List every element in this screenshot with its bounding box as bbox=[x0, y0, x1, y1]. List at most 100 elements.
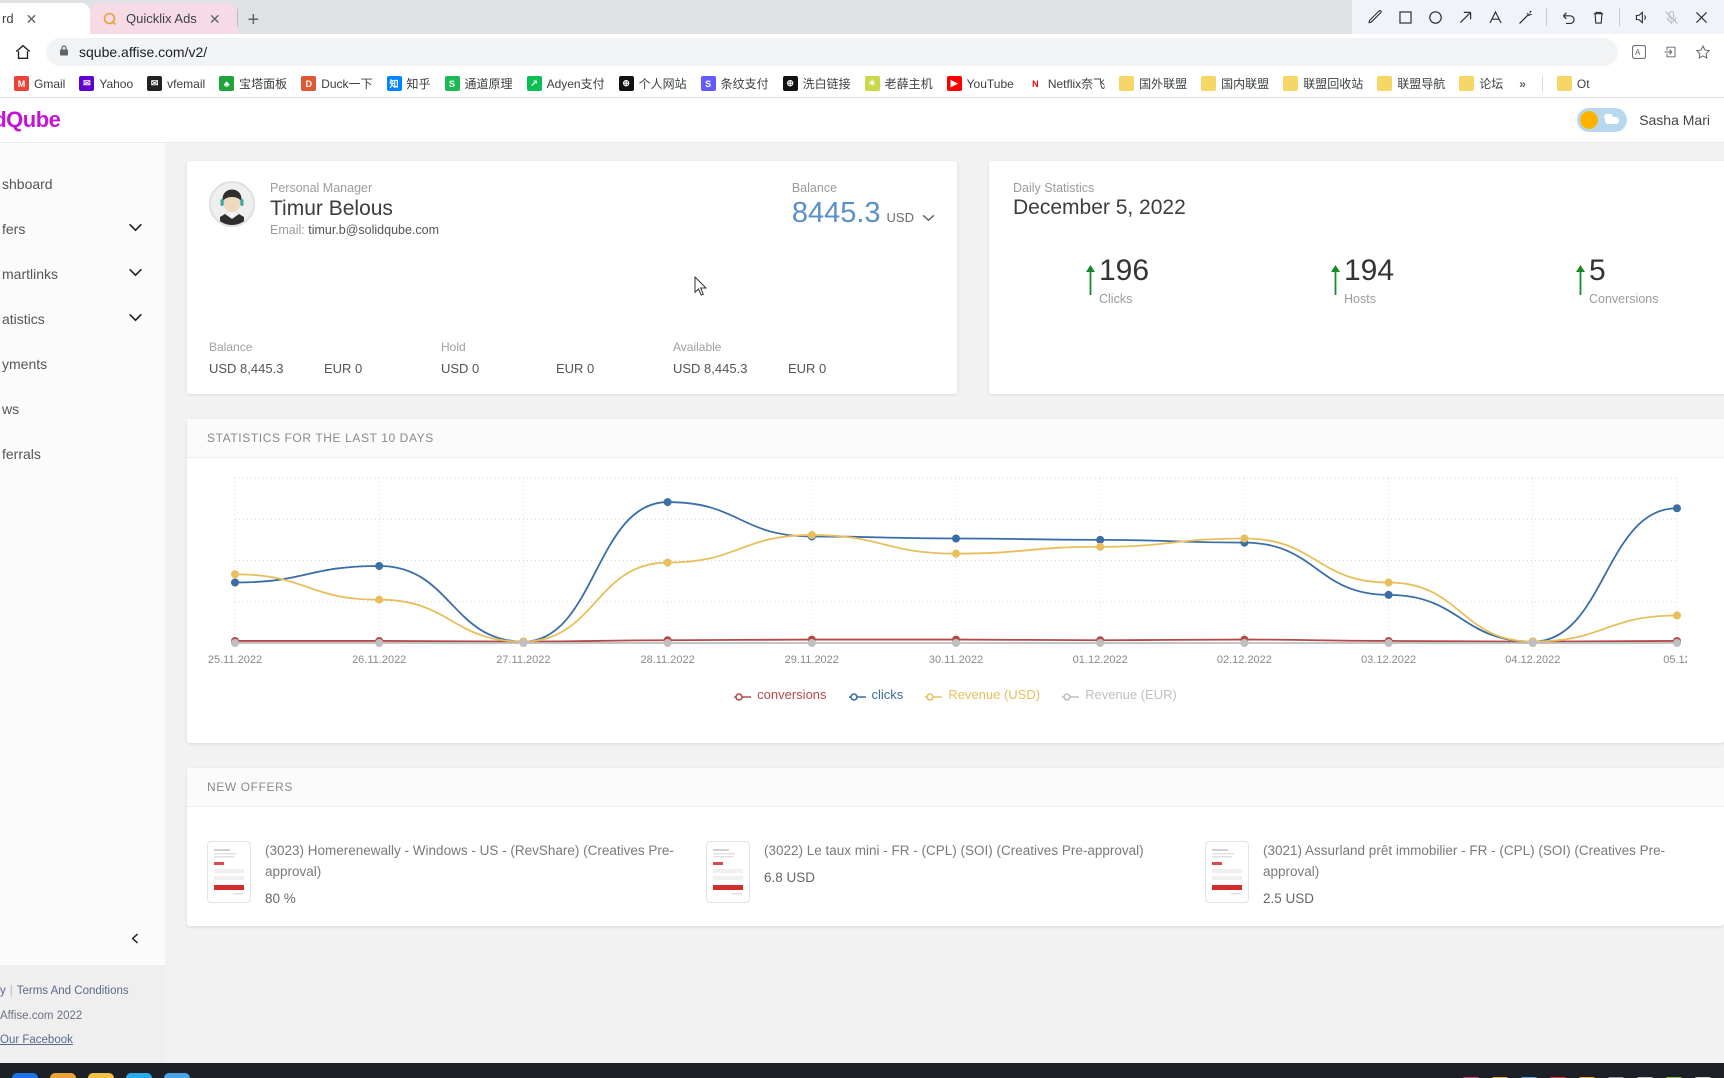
legend-marker bbox=[734, 690, 752, 701]
new-tab-button[interactable]: + bbox=[238, 10, 270, 34]
close-icon[interactable]: ✕ bbox=[22, 10, 42, 28]
app-icon-9[interactable]: ⚙ bbox=[1692, 1075, 1714, 1078]
app-logo[interactable]: lidQube bbox=[0, 107, 61, 133]
chevron-down-icon[interactable] bbox=[128, 223, 143, 235]
sidebar-item-2[interactable]: martlinks bbox=[0, 251, 165, 296]
svg-text:04.12.2022: 04.12.2022 bbox=[1505, 654, 1560, 666]
telegram-icon[interactable]: ➤ bbox=[122, 1069, 156, 1078]
bookmark-item[interactable]: D Duck一下 bbox=[295, 72, 378, 95]
legend-item[interactable]: Revenue (USD) bbox=[925, 687, 1040, 702]
mic-muted-icon[interactable] bbox=[1656, 2, 1686, 32]
chevron-down-icon[interactable] bbox=[922, 211, 935, 225]
square-icon[interactable] bbox=[1390, 2, 1420, 32]
sidebar-item-4[interactable]: yments bbox=[0, 341, 165, 386]
bookmark-item[interactable]: 论坛 bbox=[1453, 72, 1509, 95]
sidebar-item-5[interactable]: ws bbox=[0, 386, 165, 431]
offer-item[interactable]: (3021) Assurland prêt immobilier - FR - … bbox=[1205, 841, 1704, 906]
bookmark-item[interactable]: ⊕ 个人网站 bbox=[613, 72, 693, 95]
daily-stats-date: December 5, 2022 bbox=[1013, 196, 1186, 219]
bookmark-item[interactable]: ✉ Yahoo bbox=[73, 73, 139, 94]
undo-icon[interactable] bbox=[1553, 2, 1583, 32]
text-icon[interactable] bbox=[1480, 2, 1510, 32]
sidebar-item-3[interactable]: atistics bbox=[0, 296, 165, 341]
privacy-policy-link[interactable]: y bbox=[0, 985, 6, 997]
bookmark-item[interactable]: ⊕ 洗白链接 bbox=[777, 72, 857, 95]
header-right: Sasha Mari bbox=[1577, 108, 1710, 132]
start-button[interactable]: K bbox=[8, 1069, 42, 1078]
close-icon[interactable] bbox=[1686, 2, 1716, 32]
pm-email-value[interactable]: timur.b@solidqube.com bbox=[308, 223, 439, 237]
pen-icon[interactable] bbox=[1360, 2, 1390, 32]
app-icon-2[interactable]: ■ bbox=[1489, 1075, 1511, 1078]
legend-label: conversions bbox=[757, 687, 827, 702]
circle-icon[interactable] bbox=[1420, 2, 1450, 32]
terms-link[interactable]: Terms And Conditions bbox=[17, 985, 129, 997]
app-icon-6[interactable]: □ bbox=[1605, 1075, 1627, 1078]
app-icon-7[interactable]: ☰ bbox=[1634, 1075, 1656, 1078]
search-icon[interactable]: ▦ bbox=[46, 1069, 80, 1078]
address-bar[interactable]: sqube.affise.com/v2/ bbox=[46, 38, 1618, 66]
sidebar-nav: shboard fers martlinks atistics yments ws ferr… bbox=[0, 143, 165, 927]
bookmark-item[interactable]: ▶ YouTube bbox=[941, 73, 1020, 94]
chevron-down-icon[interactable] bbox=[128, 268, 143, 280]
app-icon-1[interactable]: ● bbox=[1460, 1075, 1482, 1078]
trash-icon[interactable] bbox=[1583, 2, 1613, 32]
legend-item[interactable]: conversions bbox=[734, 687, 827, 702]
sidebar-item-6[interactable]: ferrals bbox=[0, 431, 165, 476]
browser-tab-inactive[interactable]: rd ✕ bbox=[0, 3, 90, 34]
notepad-icon[interactable]: ✎ bbox=[160, 1069, 194, 1078]
app-icon-5[interactable]: ▲ bbox=[1576, 1075, 1598, 1078]
bookmark-item[interactable]: ♣ 宝塔面板 bbox=[213, 72, 293, 95]
bookmark-item[interactable]: N Netflix奈飞 bbox=[1022, 72, 1111, 95]
magic-wand-icon[interactable] bbox=[1510, 2, 1540, 32]
bookmarks-overflow-button[interactable]: » bbox=[1511, 75, 1534, 93]
offer-item[interactable]: (3023) Homerenewally - Windows - US - (R… bbox=[207, 841, 706, 906]
chart-legend: conversions clicks Revenue (USD) Revenue (E… bbox=[187, 687, 1724, 702]
daily-stat-value: 194 bbox=[1344, 254, 1395, 287]
sidebar-item-label: shboard bbox=[2, 175, 53, 192]
offer-price: 2.5 USD bbox=[1263, 890, 1315, 906]
legend-item[interactable]: Revenue (EUR) bbox=[1062, 687, 1177, 702]
speaker-icon[interactable] bbox=[1626, 2, 1656, 32]
bookmark-item[interactable]: ✉ vfemail bbox=[141, 73, 211, 94]
sidebar-item-1[interactable]: fers bbox=[0, 206, 165, 251]
app-icon-4[interactable]: V bbox=[1547, 1075, 1569, 1078]
app-icon-8[interactable]: ↑ bbox=[1663, 1075, 1685, 1078]
bookmark-item[interactable]: 国内联盟 bbox=[1195, 72, 1275, 95]
bookmark-item[interactable]: S 条纹支付 bbox=[695, 72, 775, 95]
bookmark-item[interactable]: 国外联盟 bbox=[1113, 72, 1193, 95]
file-explorer[interactable]: ▮ bbox=[84, 1069, 118, 1078]
bookmark-item[interactable]: 联盟回收站 bbox=[1277, 72, 1369, 95]
facebook-link[interactable]: Our Facebook bbox=[0, 1034, 73, 1046]
user-name[interactable]: Sasha Mari bbox=[1639, 112, 1710, 128]
share-icon[interactable] bbox=[1660, 41, 1682, 63]
bookmark-item[interactable]: ↗ Adyen支付 bbox=[521, 72, 611, 95]
theme-toggle[interactable] bbox=[1577, 108, 1628, 132]
bookmarks-bar: M Gmail ✉ Yahoo ✉ vfemail ♣ 宝塔面板 D Duck一下知知乎 S 通道原理… bbox=[0, 70, 1724, 98]
app-icon-3[interactable]: ◆ bbox=[1518, 1075, 1540, 1078]
home-icon[interactable] bbox=[10, 39, 36, 65]
bookmark-item[interactable]: Ot bbox=[1551, 73, 1596, 94]
chevron-left-icon[interactable] bbox=[123, 927, 147, 951]
close-icon[interactable]: ✕ bbox=[205, 10, 225, 28]
star-outline-icon: ✶ bbox=[864, 76, 880, 91]
bookmark-label: 知乎 bbox=[406, 77, 431, 91]
translate-icon[interactable]: A bbox=[1628, 41, 1650, 63]
bookmark-item[interactable]: 知知乎 bbox=[381, 72, 437, 95]
star-icon[interactable] bbox=[1692, 41, 1714, 63]
adyen-icon: ↗ bbox=[526, 76, 542, 91]
bookmark-item[interactable]: 联盟导航 bbox=[1371, 72, 1451, 95]
pm-name: Timur Belous bbox=[270, 197, 393, 220]
tabstrip: rd ✕ Quicklix Ads ✕ + bbox=[0, 0, 269, 34]
toolbar-divider bbox=[1546, 8, 1547, 26]
legend-item[interactable]: clicks bbox=[848, 687, 903, 702]
bookmark-item[interactable]: S 通道原理 bbox=[439, 72, 519, 95]
offer-item[interactable]: (3022) Le taux mini - FR - (CPL) (SOI) (… bbox=[706, 841, 1205, 906]
bookmark-item[interactable]: ✶ 老薛主机 bbox=[859, 72, 939, 95]
bookmark-label: 联盟导航 bbox=[1397, 77, 1446, 91]
sidebar-item-0[interactable]: shboard bbox=[0, 161, 165, 206]
bookmark-item[interactable]: M Gmail bbox=[8, 73, 71, 94]
browser-tab-active[interactable]: Quicklix Ads ✕ bbox=[90, 3, 237, 34]
arrow-icon[interactable] bbox=[1450, 2, 1480, 32]
chevron-down-icon[interactable] bbox=[128, 313, 143, 325]
